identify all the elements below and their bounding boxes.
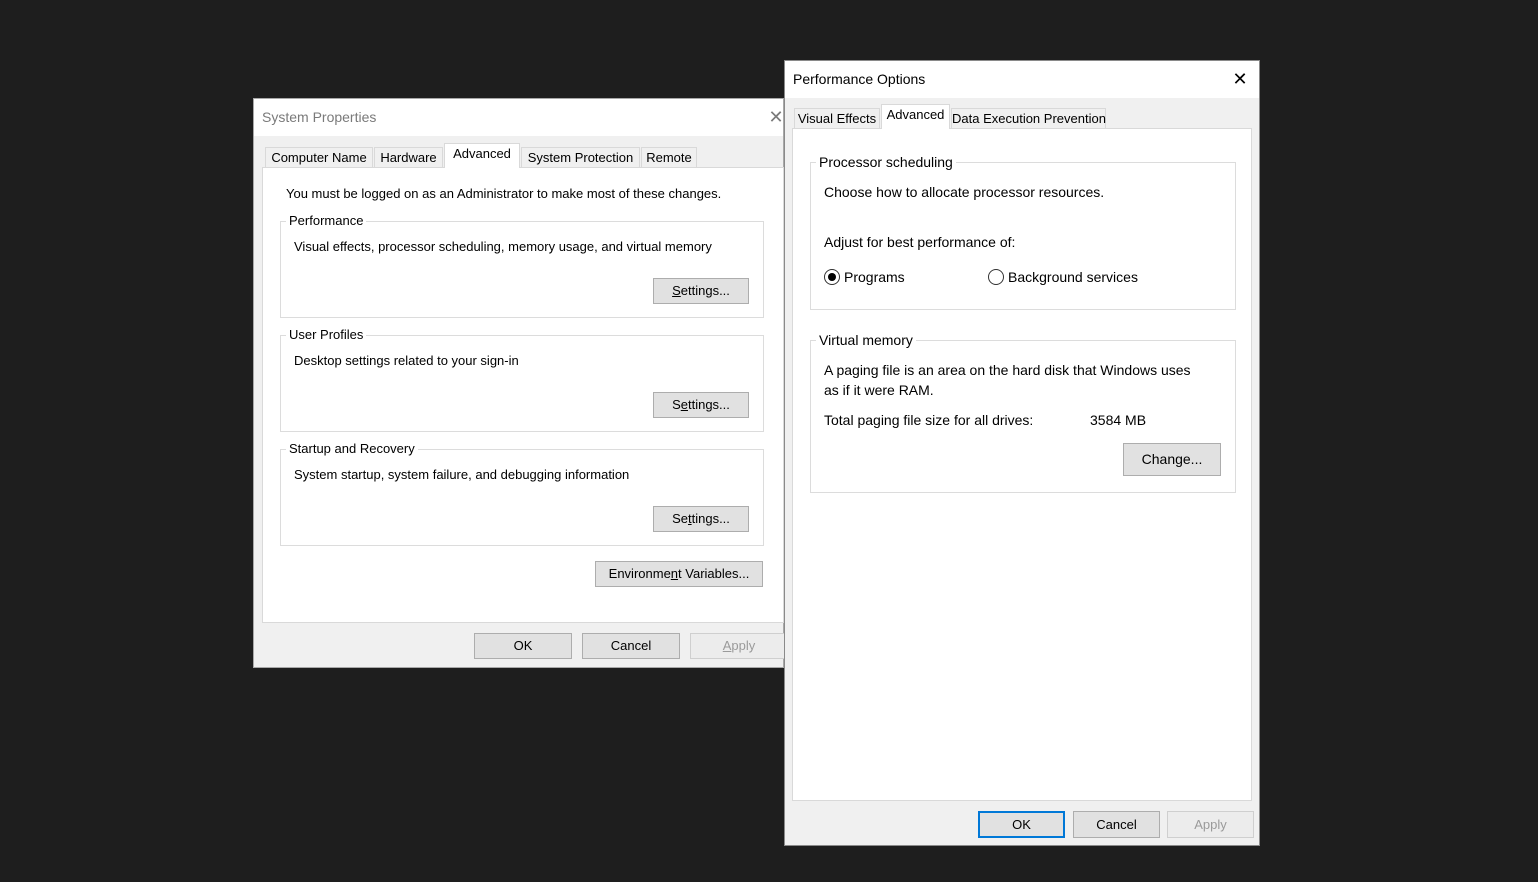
tab-panel-advanced: Processor scheduling Choose how to alloc… <box>792 128 1252 801</box>
total-paging-label: Total paging file size for all drives: <box>824 412 1034 428</box>
close-icon[interactable]: ✕ <box>766 108 786 126</box>
background-services-radio[interactable] <box>988 269 1004 285</box>
ok-button[interactable]: OK <box>474 633 572 659</box>
tab-hardware[interactable]: Hardware <box>374 147 443 168</box>
tab-system-protection[interactable]: System Protection <box>521 147 640 168</box>
processor-scheduling-description: Choose how to allocate processor resourc… <box>824 184 1105 200</box>
tab-advanced[interactable]: Advanced <box>444 143 520 168</box>
programs-label[interactable]: Programs <box>844 269 905 285</box>
tab-visual-effects[interactable]: Visual Effects <box>794 108 880 129</box>
virtual-memory-legend: Virtual memory <box>816 332 916 348</box>
processor-scheduling-group: Processor scheduling Choose how to alloc… <box>810 154 1236 310</box>
system-properties-window: System Properties ✕ Computer Name Hardwa… <box>253 98 788 668</box>
adjust-label: Adjust for best performance of: <box>824 234 1016 250</box>
background-services-label[interactable]: Background services <box>1008 269 1138 285</box>
virtual-memory-description-line2: as if it were RAM. <box>824 382 934 398</box>
user-profiles-group: User Profiles Desktop settings related t… <box>280 327 764 432</box>
tab-data-execution-prevention[interactable]: Data Execution Prevention <box>951 108 1106 129</box>
ok-button[interactable]: OK <box>978 811 1065 838</box>
tab-remote[interactable]: Remote <box>641 147 697 168</box>
radio-selected-dot <box>828 273 836 281</box>
performance-group: Performance Visual effects, processor sc… <box>280 213 764 318</box>
user-profiles-settings-button[interactable]: Settings... <box>653 392 749 418</box>
close-icon[interactable]: ✕ <box>1229 70 1251 88</box>
performance-options-window: Performance Options ✕ Visual Effects Adv… <box>784 60 1260 846</box>
change-button[interactable]: Change... <box>1123 443 1221 476</box>
title-bar[interactable]: Performance Options ✕ <box>785 61 1259 98</box>
window-title: System Properties <box>262 109 377 125</box>
cancel-button[interactable]: Cancel <box>1073 811 1160 838</box>
startup-recovery-group: Startup and Recovery System startup, sys… <box>280 441 764 546</box>
tab-panel-advanced: You must be logged on as an Administrato… <box>262 167 784 623</box>
user-profiles-legend: User Profiles <box>286 327 367 342</box>
performance-legend: Performance <box>286 213 367 228</box>
startup-recovery-description: System startup, system failure, and debu… <box>294 467 630 482</box>
environment-variables-button[interactable]: Environment Variables... <box>595 561 763 587</box>
total-paging-value: 3584 MB <box>1090 412 1147 428</box>
apply-button[interactable]: Apply <box>1167 811 1254 838</box>
tab-computer-name[interactable]: Computer Name <box>265 147 373 168</box>
processor-scheduling-legend: Processor scheduling <box>816 154 956 170</box>
title-bar[interactable]: System Properties ✕ <box>254 99 786 136</box>
performance-settings-button[interactable]: Settings... <box>653 278 749 304</box>
admin-notice: You must be logged on as an Administrato… <box>286 186 722 201</box>
virtual-memory-description-line1: A paging file is an area on the hard dis… <box>824 362 1191 378</box>
window-title: Performance Options <box>793 71 926 87</box>
apply-button[interactable]: Apply <box>690 633 788 659</box>
startup-recovery-legend: Startup and Recovery <box>286 441 418 456</box>
startup-recovery-settings-button[interactable]: Settings... <box>653 506 749 532</box>
tab-advanced[interactable]: Advanced <box>881 104 950 129</box>
virtual-memory-group: Virtual memory A paging file is an area … <box>810 332 1236 493</box>
performance-description: Visual effects, processor scheduling, me… <box>294 239 712 254</box>
user-profiles-description: Desktop settings related to your sign-in <box>294 353 519 368</box>
cancel-button[interactable]: Cancel <box>582 633 680 659</box>
programs-radio[interactable] <box>824 269 840 285</box>
